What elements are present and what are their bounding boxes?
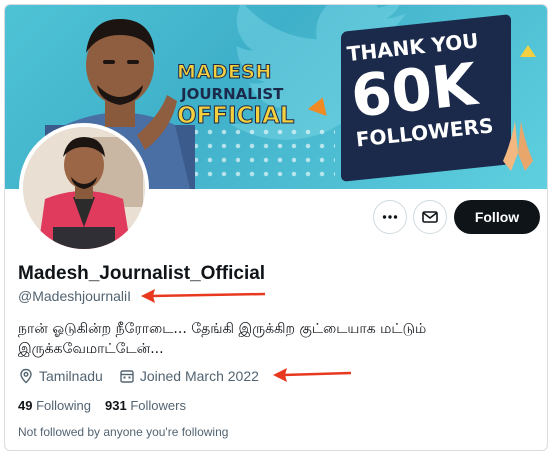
avatar-image: [23, 127, 145, 249]
profile-card: MADESH JOURNALIST OFFICIAL THANK YOU 60K…: [4, 4, 548, 451]
decor-triangle: [520, 45, 536, 57]
user-handle: @MadeshjournaliI: [18, 288, 132, 304]
annotation-arrow-handle: [141, 289, 266, 303]
followers-label: Followers: [130, 398, 186, 413]
following-label: Following: [36, 398, 92, 413]
profile-bio: நான் ஓடுகின்ற நீரோடை... தேங்கி இருக்கிற …: [18, 321, 427, 357]
folded-hands-icon: [503, 121, 533, 171]
calendar-icon: [120, 370, 134, 383]
banner-title-line2: JOURNALIST: [181, 85, 284, 103]
following-link[interactable]: 49 Following: [18, 398, 91, 413]
joined-item: Joined March 2022: [119, 368, 259, 384]
following-count: 49: [18, 398, 33, 413]
follow-stats: 49 Following 931 Followers: [18, 398, 186, 413]
more-button[interactable]: [373, 200, 407, 234]
banner-title-line3: OFFICIAL: [176, 103, 295, 130]
avatar[interactable]: [19, 123, 149, 253]
follow-button[interactable]: Follow: [454, 200, 540, 234]
display-name: Madesh_Journalist_Official: [18, 263, 266, 284]
location-item: Tamilnadu: [18, 368, 103, 384]
envelope-icon: [422, 211, 438, 223]
message-button[interactable]: [413, 200, 447, 234]
more-horizontal-icon: [382, 215, 398, 219]
followers-count: 931: [105, 398, 127, 413]
profile-meta: Tamilnadu Joined March 2022: [18, 368, 275, 384]
joined-text: Joined March 2022: [139, 368, 259, 384]
banner-title: MADESH JOURNALIST OFFICIAL: [176, 61, 305, 141]
not-followed-note: Not followed by anyone you're following: [18, 425, 229, 439]
location-text: Tamilnadu: [39, 368, 103, 384]
location-pin-icon: [20, 368, 32, 384]
annotation-arrow-joined: [273, 368, 352, 382]
followers-link[interactable]: 931 Followers: [105, 398, 186, 413]
banner-title-line1: MADESH: [177, 61, 272, 84]
